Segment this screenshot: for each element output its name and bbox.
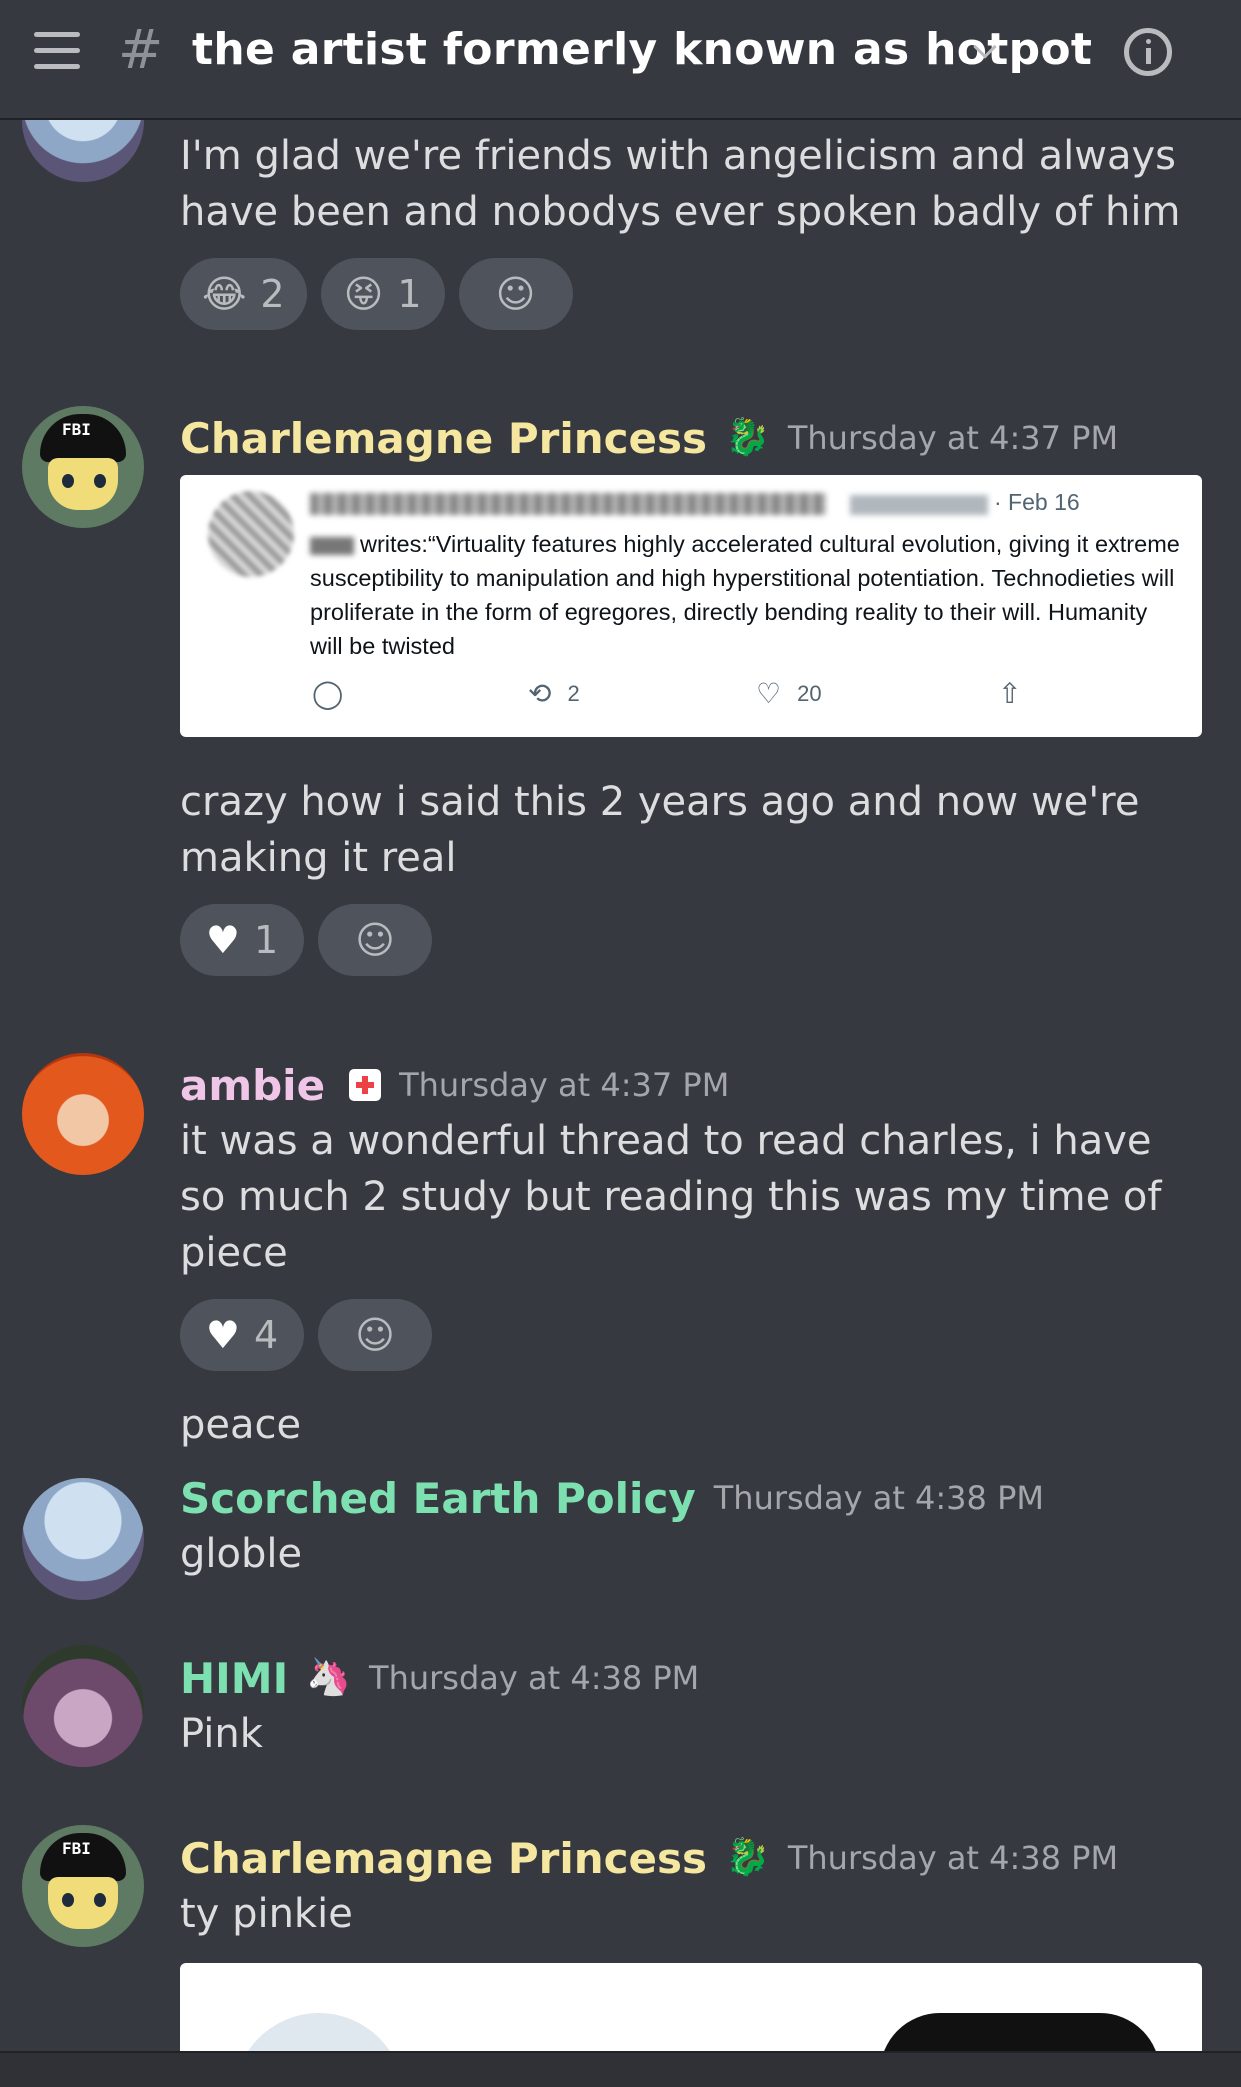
heart-icon: ♥ [205, 1313, 240, 1357]
reaction-button[interactable]: 😝 1 [320, 258, 445, 330]
reaction-count: 1 [253, 918, 279, 962]
add-reaction-icon: ☺ [355, 918, 395, 962]
tweet-avatar [208, 491, 294, 577]
channel-title[interactable]: the artist formerly known as hotpot [192, 24, 1092, 75]
reaction-count: 4 [253, 1313, 279, 1357]
reaction-count: 2 [260, 272, 285, 316]
avatar[interactable] [22, 1053, 144, 1175]
tweet-embed[interactable]: · Feb 16 ••• writes:“Virtuality features… [180, 475, 1202, 737]
message-text: globle [180, 1531, 303, 1577]
add-reaction-button[interactable]: ☺ [318, 1299, 432, 1371]
message-group: I'm glad we're friends with angelicism a… [180, 128, 1201, 330]
laughing-emoji-icon: 😂 [202, 272, 247, 316]
reply-button[interactable]: ◯ [312, 677, 343, 710]
reaction-button[interactable]: ♥ 4 [180, 1299, 304, 1371]
message-header: ambie Thursday at 4:37 PM [180, 1057, 1201, 1113]
timestamp: Thursday at 4:38 PM [713, 1479, 1044, 1517]
message-group: Scorched Earth Policy Thursday at 4:38 P… [180, 1470, 1201, 1582]
reaction-count: 1 [397, 272, 422, 316]
reply-icon: ◯ [312, 678, 344, 709]
fbi-cap-text: FBI [62, 420, 91, 439]
add-reaction-icon: ☺ [495, 272, 536, 316]
author-name[interactable]: Scorched Earth Policy [180, 1474, 696, 1523]
message-text: I'm glad we're friends with angelicism a… [180, 133, 1181, 235]
blurred-author [310, 536, 354, 555]
message-group: ambie Thursday at 4:37 PM it was a wonde… [180, 1057, 1201, 1453]
reaction-button[interactable]: 😂 2 [180, 258, 307, 330]
timestamp: Thursday at 4:38 PM [787, 1839, 1119, 1877]
like-icon: ♡ [756, 678, 782, 709]
author-name[interactable]: ambie [180, 1061, 325, 1110]
share-icon: ⇧ [998, 678, 1022, 709]
tweet-text: writes:“Virtuality features highly accel… [310, 527, 1180, 663]
author-name[interactable]: HIMI [180, 1654, 288, 1703]
message-header: HIMI 🦄 Thursday at 4:38 PM [180, 1650, 1201, 1706]
message-header: Charlemagne Princess 🐉 Thursday at 4:37 … [180, 410, 1201, 466]
avatar[interactable] [22, 1478, 144, 1600]
info-icon[interactable] [1124, 28, 1172, 76]
message-text: ty pinkie [180, 1891, 353, 1937]
blurred-handle [850, 495, 988, 515]
avatar[interactable]: FBI [22, 406, 144, 528]
author-name[interactable]: Charlemagne Princess [180, 1834, 707, 1883]
message-body: crazy how i said this 2 years ago and no… [180, 774, 1201, 976]
add-reaction-button[interactable]: ☺ [318, 904, 432, 976]
retweet-button[interactable]: ⟲ 2 [528, 677, 580, 710]
retweet-count: 2 [567, 680, 580, 706]
author-name[interactable]: Charlemagne Princess [180, 414, 707, 463]
like-button[interactable]: ♡ 20 [756, 677, 822, 710]
message-header: Charlemagne Princess 🐉 Thursday at 4:38 … [180, 1830, 1201, 1886]
message-group: Charlemagne Princess 🐉 Thursday at 4:37 … [180, 410, 1201, 466]
tweet-actions: ◯ ⟲ 2 ♡ 20 ⇧ [180, 677, 1202, 717]
reaction-bar: ♥ 1 ☺ [180, 904, 1201, 976]
tongue-emoji-icon: 😝 [343, 272, 384, 316]
channel-header: # the artist formerly known as hotpot [0, 0, 1241, 120]
message-text: peace [180, 1402, 302, 1448]
fbi-cap-text: FBI [62, 1839, 91, 1858]
share-button[interactable]: ⇧ [998, 677, 1021, 710]
avatar[interactable]: FBI [22, 1825, 144, 1947]
message-group: HIMI 🦄 Thursday at 4:38 PM Pink [180, 1650, 1201, 1762]
message-header: Scorched Earth Policy Thursday at 4:38 P… [180, 1470, 1201, 1526]
message-text: crazy how i said this 2 years ago and no… [180, 779, 1140, 881]
heart-icon: ♥ [205, 918, 240, 962]
message-group: Charlemagne Princess 🐉 Thursday at 4:38 … [180, 1830, 1201, 1942]
timestamp: Thursday at 4:37 PM [399, 1066, 730, 1104]
message-text: it was a wonderful thread to read charle… [180, 1118, 1162, 1276]
timestamp: Thursday at 4:37 PM [787, 419, 1119, 457]
dragon-icon: 🐉 [725, 417, 770, 458]
unicorn-icon: 🦄 [306, 1657, 352, 1698]
tweet-author-suffix: writes: [360, 531, 428, 557]
bottom-bar [0, 2051, 1241, 2087]
tweet-header: · Feb 16 ••• [310, 489, 1180, 519]
tweet-date: · Feb 16 [994, 489, 1080, 515]
tweet-body: “Virtuality features highly accelerated … [310, 531, 1180, 659]
avatar[interactable] [22, 1645, 144, 1767]
retweet-icon: ⟲ [528, 678, 552, 709]
dragon-icon: 🐉 [725, 1837, 770, 1878]
message-text: Pink [180, 1711, 263, 1757]
blurred-author-name [310, 493, 826, 515]
hash-icon: # [118, 18, 164, 81]
add-reaction-icon: ☺ [355, 1313, 395, 1357]
timestamp: Thursday at 4:38 PM [369, 1659, 700, 1697]
menu-icon[interactable] [34, 30, 80, 72]
reaction-bar: ♥ 4 ☺ [180, 1299, 1201, 1371]
add-reaction-button[interactable]: ☺ [458, 258, 573, 330]
medical-badge-icon [349, 1069, 382, 1101]
reaction-button[interactable]: ♥ 1 [180, 904, 304, 976]
reaction-bar: 😂 2 😝 1 ☺ [180, 258, 1201, 330]
like-count: 20 [797, 680, 822, 706]
